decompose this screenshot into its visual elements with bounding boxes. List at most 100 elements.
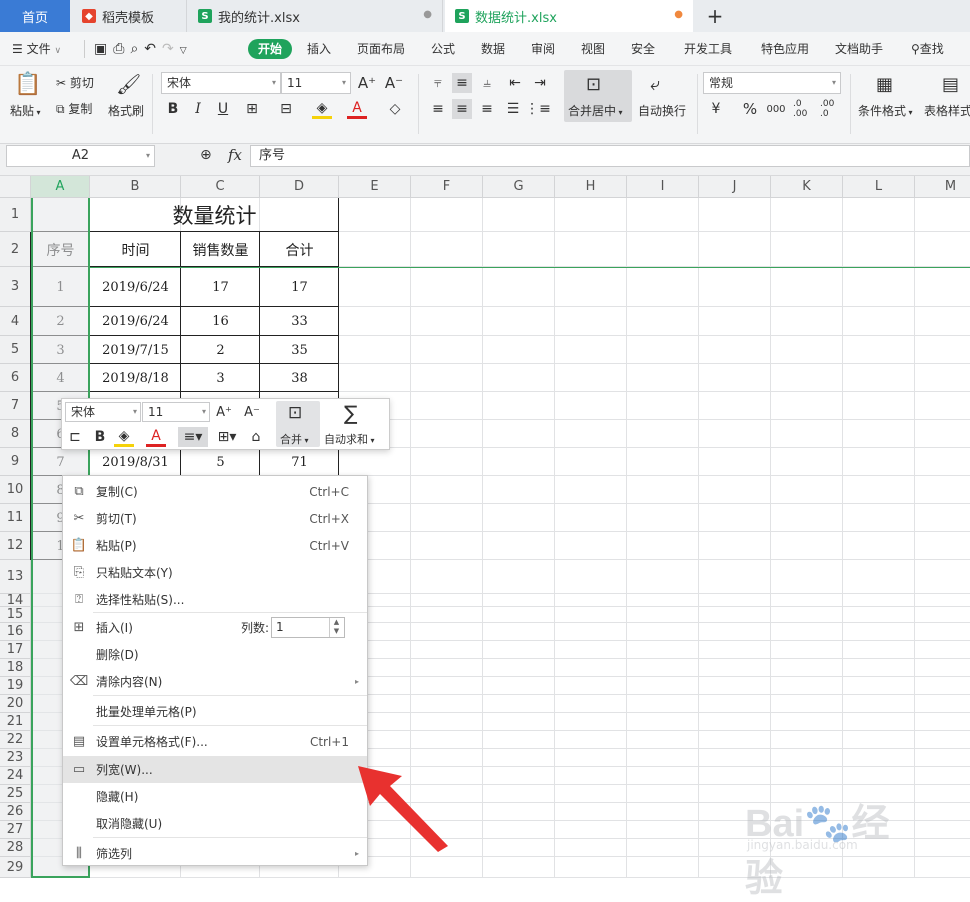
percent-button[interactable]: % xyxy=(740,99,760,119)
font-shrink-icon[interactable]: A⁻ xyxy=(384,73,404,93)
sheet-title-cell[interactable]: 数量统计 xyxy=(90,198,339,232)
row-header-23[interactable]: 23 xyxy=(0,749,31,767)
menu-item-12[interactable]: 取消隐藏(U) xyxy=(63,810,367,837)
row-header-26[interactable]: 26 xyxy=(0,803,31,821)
font-select[interactable]: 宋体 ▾ xyxy=(161,72,281,94)
fx-button[interactable]: fx xyxy=(228,146,242,164)
row-header-8[interactable]: 8 xyxy=(0,420,31,448)
tab-formula[interactable]: 公式 xyxy=(431,32,455,66)
menu-item-7[interactable]: ⌫ 清除内容(N) ▸ xyxy=(63,668,367,695)
tab-security[interactable]: 安全 xyxy=(631,32,655,66)
row-header-28[interactable]: 28 xyxy=(0,839,31,857)
row-header-11[interactable]: 11 xyxy=(0,504,31,532)
row-header-27[interactable]: 27 xyxy=(0,821,31,839)
row-header-17[interactable]: 17 xyxy=(0,641,31,659)
cut-button[interactable]: ✂ 剪切 xyxy=(56,74,94,91)
mini-bold-button[interactable]: B xyxy=(90,427,110,447)
column-header-j[interactable]: J xyxy=(699,176,771,198)
mini-merge-button[interactable]: ⊡ 合并 ▾ xyxy=(276,401,320,447)
zoom-icon[interactable]: ⊕ xyxy=(200,147,212,163)
currency-icon[interactable]: ¥ xyxy=(706,99,726,119)
align-top-icon[interactable]: ⫧ xyxy=(428,73,448,93)
cell-style-icon[interactable]: ⊟ xyxy=(276,99,296,119)
thousands-button[interactable]: 000 xyxy=(766,99,786,119)
column-header-l[interactable]: L xyxy=(843,176,915,198)
menu-item-0[interactable]: ⧉ 复制(C) Ctrl+C xyxy=(63,478,367,505)
row-header-21[interactable]: 21 xyxy=(0,713,31,731)
column-header-h[interactable]: H xyxy=(555,176,627,198)
font-color-icon[interactable]: A xyxy=(347,99,367,119)
print-preview-icon[interactable]: ⌕ xyxy=(130,41,144,57)
print-icon[interactable]: ⎙ xyxy=(113,41,130,57)
decimal-decrease-button[interactable]: .00 .0 xyxy=(820,99,844,119)
data-cell[interactable]: 2019/6/24 xyxy=(90,307,181,336)
font-grow-icon[interactable]: A⁺ xyxy=(357,73,377,93)
data-cell[interactable]: 16 xyxy=(181,307,260,336)
copy-button[interactable]: ⧉ 复制 xyxy=(56,100,92,117)
close-icon[interactable]: ● xyxy=(423,9,432,20)
align-middle-icon[interactable]: ≡ xyxy=(452,73,472,93)
menu-item-6[interactable]: 删除(D) xyxy=(63,641,367,668)
tab-data[interactable]: 数据 xyxy=(481,32,505,66)
row-header-9[interactable]: 9 xyxy=(0,448,31,476)
merge-center-button[interactable]: ⊡ 合并居中 ▾ xyxy=(564,70,632,122)
tab-data-stats[interactable]: S 数据统计.xlsx ● xyxy=(445,0,693,32)
column-header-a[interactable]: A xyxy=(31,176,90,198)
align-left-icon[interactable]: ≡ xyxy=(428,99,448,119)
mini-font-select[interactable]: 宋体 ▾ xyxy=(65,402,141,422)
data-cell[interactable]: 17 xyxy=(260,267,339,307)
row-header-25[interactable]: 25 xyxy=(0,785,31,803)
column-header-e[interactable]: E xyxy=(339,176,411,198)
header-cell[interactable]: 合计 xyxy=(260,232,339,267)
menu-item-3[interactable]: ⎘ 只粘贴文本(Y) xyxy=(63,559,367,586)
header-cell[interactable]: 销售数量 xyxy=(181,232,260,267)
italic-button[interactable]: I xyxy=(188,99,208,119)
tab-doc-assistant[interactable]: 文档助手 xyxy=(835,32,883,66)
menu-item-2[interactable]: 📋 粘贴(P) Ctrl+V xyxy=(63,532,367,559)
row-header-4[interactable]: 4 xyxy=(0,307,31,336)
tab-start[interactable]: 开始 xyxy=(248,39,292,59)
row-header-15[interactable]: 15 xyxy=(0,607,31,623)
row-header-10[interactable]: 10 xyxy=(0,476,31,504)
align-bottom-icon[interactable]: ⫨ xyxy=(477,73,497,93)
row-header-24[interactable]: 24 xyxy=(0,767,31,785)
paste-icon[interactable]: 📋 xyxy=(14,72,41,97)
row-header-29[interactable]: 29 xyxy=(0,857,31,878)
row-header-2[interactable]: 2 xyxy=(0,232,31,267)
fill-color-icon[interactable]: ◈ xyxy=(312,99,332,119)
number-format-select[interactable]: 常规 ▾ xyxy=(703,72,841,94)
file-menu[interactable]: ☰ 文件 ∨ xyxy=(12,32,61,66)
tab-review[interactable]: 审阅 xyxy=(531,32,555,66)
row-header-5[interactable]: 5 xyxy=(0,336,31,364)
row-header-14[interactable]: 14 xyxy=(0,593,31,608)
data-cell[interactable]: 2 xyxy=(181,336,260,364)
mini-fill-color-icon[interactable]: ◈ xyxy=(114,427,134,447)
menu-item-11[interactable]: 隐藏(H) xyxy=(63,783,367,810)
column-header-i[interactable]: I xyxy=(627,176,699,198)
dropdown-icon[interactable]: ▽ xyxy=(180,46,193,56)
row-header-20[interactable]: 20 xyxy=(0,695,31,713)
menu-item-13[interactable]: ⫼ 筛选列 ▸ xyxy=(63,840,367,867)
redo-icon[interactable]: ↷ xyxy=(162,41,180,57)
conditional-format-button[interactable]: ▦ 条件格式 ▾ xyxy=(856,70,918,122)
mini-clear-icon[interactable]: ⌂ xyxy=(246,427,266,447)
menu-item-4[interactable]: ⍰ 选择性粘贴(S)... xyxy=(63,586,367,613)
tab-home[interactable]: 首页 xyxy=(0,0,70,32)
name-box[interactable]: A2 ▾ xyxy=(6,145,155,167)
justify-icon[interactable]: ☰ xyxy=(503,99,523,119)
align-right-icon[interactable]: ≡ xyxy=(477,99,497,119)
paste-button[interactable]: 粘贴 ▾ xyxy=(10,102,41,119)
data-cell[interactable]: 17 xyxy=(181,267,260,307)
indent-increase-icon[interactable]: ⇥ xyxy=(530,73,550,93)
menu-item-10[interactable]: ▭ 列宽(W)... xyxy=(63,756,367,783)
column-header-b[interactable]: B xyxy=(90,176,181,198)
mini-font-shrink-icon[interactable]: A⁻ xyxy=(242,402,262,422)
row-header-6[interactable]: 6 xyxy=(0,364,31,392)
menu-item-1[interactable]: ✂ 剪切(T) Ctrl+X xyxy=(63,505,367,532)
row-header-13[interactable]: 13 xyxy=(0,560,31,594)
row-header-22[interactable]: 22 xyxy=(0,731,31,749)
column-header-g[interactable]: G xyxy=(483,176,555,198)
column-header-d[interactable]: D xyxy=(260,176,339,198)
tab-developer[interactable]: 开发工具 xyxy=(684,32,732,66)
data-cell[interactable]: 35 xyxy=(260,336,339,364)
